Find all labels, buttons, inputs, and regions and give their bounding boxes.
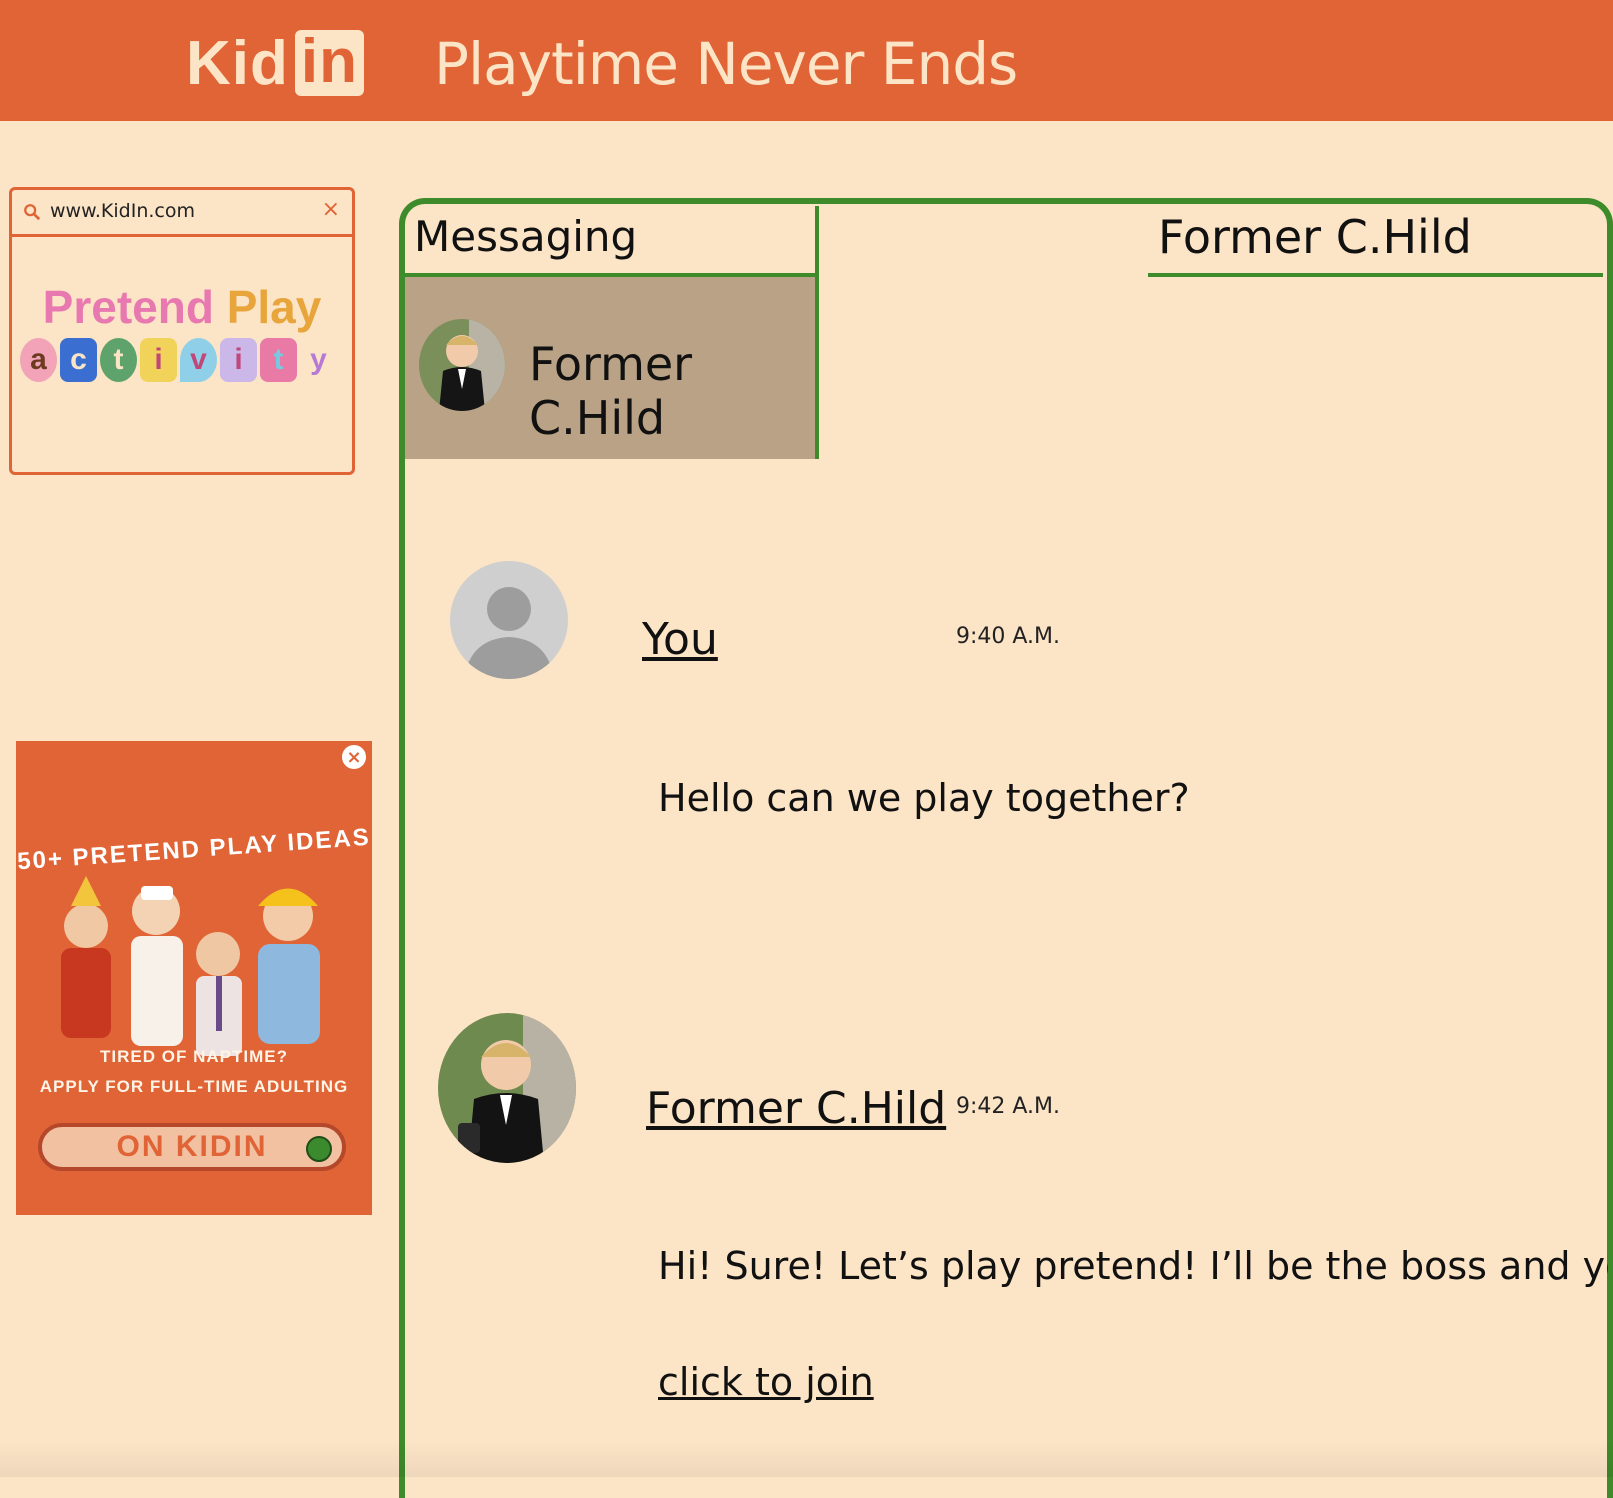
former-child-avatar bbox=[438, 1013, 576, 1163]
activity-letter: t bbox=[260, 338, 297, 382]
contact-name: Former C.Hild bbox=[529, 337, 693, 445]
activity-letter: i bbox=[140, 338, 177, 382]
close-icon[interactable]: × bbox=[342, 745, 366, 769]
click-to-join-link[interactable]: click to join bbox=[658, 1360, 874, 1404]
logo-badge: in bbox=[294, 30, 364, 96]
top-header-bar: Kid in Playtime Never Ends bbox=[0, 0, 1613, 121]
kidin-logo[interactable]: Kid in bbox=[186, 28, 364, 98]
message-time: 9:40 A.M. bbox=[956, 624, 1061, 649]
default-avatar-icon bbox=[450, 561, 568, 679]
kids-dress-up-photo bbox=[61, 876, 320, 1056]
activity-letter: t bbox=[100, 338, 137, 382]
ad-cta-button[interactable]: ON KIDIN bbox=[38, 1123, 346, 1171]
search-icon bbox=[306, 1136, 332, 1162]
browser-url: www.KidIn.com bbox=[50, 200, 195, 222]
close-icon[interactable]: × bbox=[322, 197, 340, 222]
activity-letters: a c t i v i t y bbox=[20, 338, 337, 382]
site-tagline: Playtime Never Ends bbox=[434, 30, 1018, 98]
message-body: Hi! Sure! Let’s play pretend! I’ll be th… bbox=[658, 1244, 1608, 1288]
bottom-shadow bbox=[0, 1440, 1613, 1477]
title-word-pretend: Pretend bbox=[42, 281, 214, 333]
browser-address-bar: www.KidIn.com × bbox=[12, 190, 352, 237]
activity-letter: c bbox=[60, 338, 97, 382]
contact-list-divider bbox=[815, 206, 819, 459]
contact-avatar bbox=[419, 319, 505, 411]
conversation-title-divider bbox=[1148, 273, 1603, 277]
activity-letter: a bbox=[20, 338, 57, 382]
ad-subline-2: APPLY FOR FULL-TIME ADULTING bbox=[39, 1077, 349, 1096]
ad-cta-label: ON KIDIN bbox=[116, 1130, 268, 1163]
contact-item-former-child[interactable]: Former C.Hild bbox=[405, 277, 815, 459]
message-body: Hello can we play together? bbox=[658, 776, 1190, 820]
message-time: 9:42 A.M. bbox=[956, 1094, 1061, 1119]
adulting-ad[interactable]: × 50+ PRETEND PLAY IDEAS TIRED OF NAPTIM… bbox=[16, 741, 372, 1215]
search-icon bbox=[24, 204, 41, 221]
messaging-heading: Messaging bbox=[414, 212, 638, 261]
conversation-title: Former C.Hild bbox=[1158, 210, 1472, 264]
ad-subline-1: TIRED OF NAPTIME? bbox=[100, 1047, 288, 1066]
title-word-play: Play bbox=[226, 281, 322, 333]
activity-letter: y bbox=[310, 343, 327, 376]
message-author[interactable]: You bbox=[642, 614, 718, 665]
pretend-play-card[interactable]: www.KidIn.com × Pretend Play a c t i v i… bbox=[9, 187, 355, 475]
pretend-play-title: Pretend Play bbox=[12, 280, 352, 334]
message-author[interactable]: Former C.Hild bbox=[646, 1083, 946, 1134]
logo-text: Kid bbox=[186, 28, 289, 98]
activity-letter: v bbox=[180, 338, 217, 382]
activity-letter: i bbox=[220, 338, 257, 382]
